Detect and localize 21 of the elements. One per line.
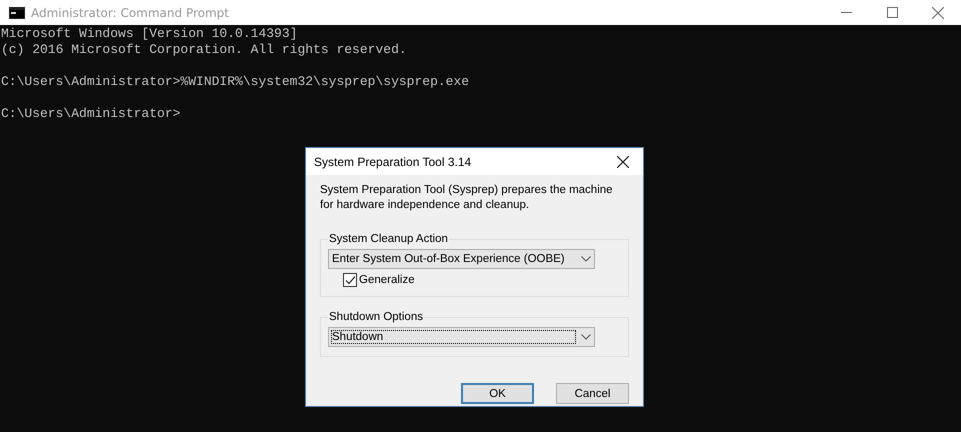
checkmark-icon xyxy=(344,274,356,286)
cancel-button[interactable]: Cancel xyxy=(556,383,629,404)
window-title: Administrator: Command Prompt xyxy=(31,6,229,20)
cleanup-action-dropdown[interactable]: Enter System Out-of-Box Experience (OOBE) xyxy=(328,249,595,269)
chevron-down-icon xyxy=(581,256,591,262)
ok-button[interactable]: OK xyxy=(461,383,534,404)
console-line: C:\Users\Administrator> xyxy=(0,106,182,122)
console-app-icon xyxy=(9,6,25,18)
console-line: Microsoft Windows [Version 10.0.14393] xyxy=(0,26,298,42)
close-icon xyxy=(617,156,629,168)
chevron-down-icon xyxy=(581,334,591,340)
console-line: C:\Users\Administrator>%WINDIR%\system32\sysprep\sysprep.exe xyxy=(0,74,470,90)
close-icon xyxy=(932,6,944,18)
description-text: System Preparation Tool (Sysprep) prepares the machine for hardware independence and cleanup. xyxy=(320,183,614,213)
dialog-title: System Preparation Tool 3.14 xyxy=(314,154,472,168)
shutdown-options-dropdown[interactable]: Shutdown xyxy=(328,327,595,347)
maximize-icon xyxy=(886,7,898,18)
console-line: (c) 2016 Microsoft Corporation. All rights reserved. xyxy=(0,42,408,58)
generalize-checkbox[interactable]: Generalize xyxy=(343,273,621,287)
group-label: Shutdown Options xyxy=(328,311,424,323)
group-label: System Cleanup Action xyxy=(328,233,449,245)
